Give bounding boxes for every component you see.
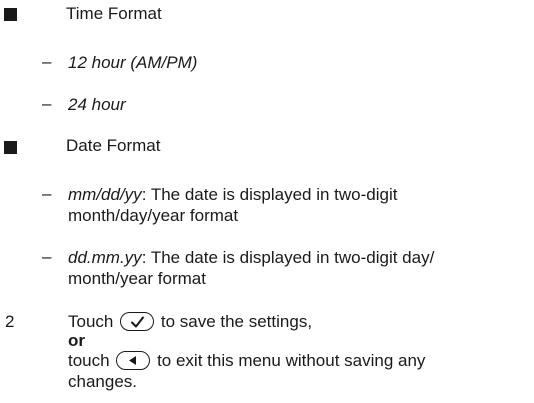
step-line-save: Touch to save the settings, [68, 311, 528, 332]
touch-label: touch [68, 351, 110, 371]
step-number: 2 [5, 312, 15, 331]
date-option-term: dd.mm.yy [68, 248, 142, 267]
date-option-desc-cont: month/year format [68, 269, 206, 288]
date-option-ddmmyy: dd.mm.yy: The date is displayed in two-d… [68, 247, 518, 289]
exit-text: to exit this menu without saving any [157, 351, 426, 371]
dash: – [42, 184, 52, 203]
time-format-heading: Time Format [66, 4, 162, 23]
time-option-24h: 24 hour [68, 95, 126, 114]
or-label: or [68, 331, 85, 351]
date-format-heading: Date Format [66, 136, 161, 155]
step-line-exit: touch to exit this menu without saving a… [68, 350, 528, 371]
bullet-square-icon [4, 141, 17, 154]
bullet-square-icon [4, 8, 17, 21]
date-option-mmddyy: mm/dd/yy: The date is displayed in two-d… [68, 184, 518, 226]
dash: – [42, 52, 52, 71]
date-option-desc-cont: month/day/year format [68, 206, 239, 225]
manual-page: Time Format – 12 hour (AM/PM) – 24 hour … [0, 0, 534, 403]
check-icon [120, 312, 155, 332]
step-instructions: Touch to save the settings, or touch to … [68, 311, 528, 392]
save-text: to save the settings, [160, 312, 313, 331]
touch-label: Touch [68, 312, 114, 331]
date-option-desc: : The date is displayed in two-digit [141, 185, 398, 204]
date-option-term: mm/dd/yy [68, 185, 142, 204]
date-option-desc: : The date is displayed in two-digit day… [141, 248, 435, 267]
dash: – [42, 94, 52, 113]
back-arrow-icon [116, 351, 151, 371]
changes-text: changes. [68, 372, 137, 392]
dash: – [42, 247, 52, 266]
time-option-12h: 12 hour (AM/PM) [68, 53, 198, 72]
